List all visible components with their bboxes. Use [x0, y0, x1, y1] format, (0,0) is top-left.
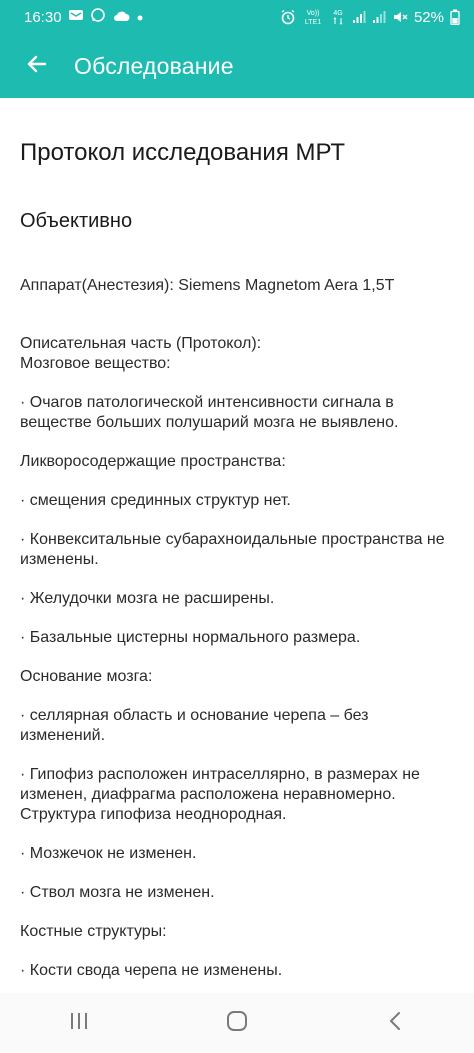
skull-base-heading: Основание мозга: [20, 668, 153, 685]
dot-icon [136, 9, 144, 26]
list-item: · Желудочки мозга не расширены. [20, 590, 275, 607]
network-4g-icon: 4G [330, 8, 346, 26]
arrow-left-icon [25, 52, 49, 81]
battery-icon [450, 9, 460, 25]
section-heading: Объективно [20, 210, 133, 232]
apparatus-text: Аппарат(Анестезия): Siemens Magnetom Aer… [20, 277, 395, 294]
recents-icon [68, 1011, 90, 1036]
mute-icon [392, 9, 408, 25]
signal-icon [372, 10, 386, 24]
app-bar: Обследование [0, 34, 474, 98]
brain-matter-heading: Мозговое вещество: [20, 355, 171, 372]
signal-icon [352, 10, 366, 24]
cloud-icon [112, 9, 130, 26]
status-left: 16:30 [24, 7, 144, 27]
whatsapp-icon [90, 7, 106, 27]
list-item: · Мозжечок не изменен. [20, 845, 197, 862]
navigation-bar [0, 993, 474, 1053]
back-icon [387, 1010, 403, 1037]
status-right: Vo)) LTE1 4G 52% [280, 8, 460, 26]
home-icon [226, 1010, 248, 1037]
alarm-icon [280, 9, 296, 25]
csf-heading: Ликворосодержащие пространства: [20, 453, 286, 470]
list-item: · Гипофиз расположен интраселлярно, в ра… [20, 766, 420, 823]
svg-text:4G: 4G [333, 10, 342, 17]
status-time: 16:30 [24, 8, 62, 26]
message-icon [68, 8, 84, 26]
svg-text:LTE1: LTE1 [305, 19, 321, 26]
bone-heading: Костные структуры: [20, 923, 167, 940]
list-item: · Ствол мозга не изменен. [20, 884, 215, 901]
list-item: · Базальные цистерны нормального размера… [20, 629, 361, 646]
list-item: · Очагов патологической интенсивности си… [20, 394, 399, 431]
list-item: · Конвекситальные субарахноидальные прос… [20, 531, 445, 568]
volte-icon: Vo)) LTE1 [302, 8, 324, 26]
descr-heading: Описательная часть (Протокол): [20, 335, 262, 352]
page-title: Обследование [74, 52, 234, 79]
status-bar: 16:30 Vo)) LTE1 4G 52% [0, 0, 474, 34]
report-content[interactable]: Протокол исследования МРТ Объективно Апп… [0, 98, 474, 993]
back-button[interactable] [20, 49, 54, 83]
battery-label: 52% [413, 8, 444, 26]
home-button[interactable] [207, 1003, 267, 1043]
recents-button[interactable] [49, 1003, 109, 1043]
list-item: · селлярная область и основание черепа –… [20, 707, 369, 744]
svg-text:Vo)): Vo)) [307, 10, 320, 17]
list-item: · смещения срединных структур нет. [20, 492, 291, 509]
nav-back-button[interactable] [365, 1003, 425, 1043]
report-title: Протокол исследования МРТ [20, 139, 346, 166]
list-item: · Кости свода черепа не изменены. [20, 962, 283, 979]
